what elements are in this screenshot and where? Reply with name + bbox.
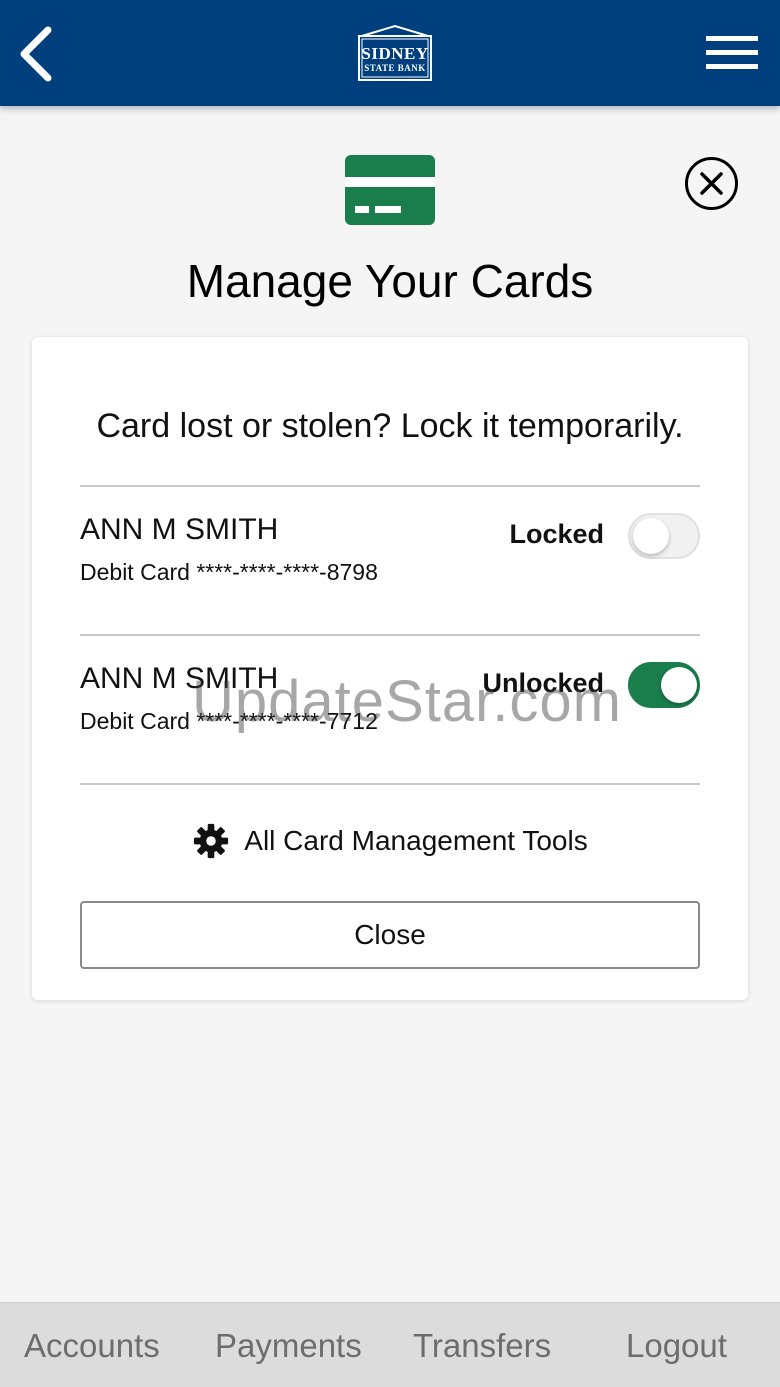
menu-button[interactable] [702, 30, 762, 76]
card-row: ANN M SMITH Debit Card ****-****-****-77… [80, 662, 700, 782]
card-lock-toggle[interactable] [628, 662, 700, 708]
gear-icon [194, 823, 229, 859]
card-lock-status: Unlocked [482, 668, 604, 698]
card-number: Debit Card ****-****-****-8798 [80, 559, 378, 585]
credit-card-icon [345, 155, 435, 225]
close-button[interactable]: Close [80, 901, 700, 969]
nav-logout[interactable]: Logout [626, 1327, 727, 1365]
hamburger-menu-icon [706, 36, 758, 69]
card-lock-toggle[interactable] [628, 513, 700, 559]
chevron-left-icon [20, 26, 52, 82]
card-row: ANN M SMITH Debit Card ****-****-****-87… [80, 513, 700, 633]
toggle-knob [661, 667, 697, 703]
bank-logo: SIDNEY STATE BANK [356, 24, 434, 82]
close-circle-icon [685, 157, 738, 210]
card-number: Debit Card ****-****-****-7712 [80, 708, 378, 734]
toggle-knob [633, 518, 669, 554]
back-button[interactable] [14, 22, 62, 86]
divider [80, 634, 700, 636]
app-header: SIDNEY STATE BANK [0, 0, 780, 106]
manage-cards-screen: SIDNEY STATE BANK Manage Your Cards Card… [0, 0, 780, 1387]
bottom-nav: Accounts Payments Transfers Logout [0, 1302, 780, 1387]
page-title: Manage Your Cards [186, 255, 594, 307]
logo-line2: STATE BANK [364, 63, 426, 73]
logo-line1: SIDNEY [361, 44, 429, 63]
lock-prompt: Card lost or stolen? Lock it temporarily… [96, 407, 684, 445]
divider [80, 485, 700, 487]
dismiss-button[interactable] [684, 156, 739, 211]
nav-payments[interactable]: Payments [215, 1327, 362, 1365]
card-lock-status: Locked [509, 519, 604, 549]
cards-panel: Card lost or stolen? Lock it temporarily… [32, 337, 748, 1000]
nav-accounts[interactable]: Accounts [24, 1327, 160, 1365]
all-card-tools-link[interactable]: All Card Management Tools [32, 821, 748, 861]
all-card-tools-label: All Card Management Tools [244, 825, 588, 856]
nav-transfers[interactable]: Transfers [413, 1327, 551, 1365]
card-holder-name: ANN M SMITH [80, 513, 279, 546]
card-holder-name: ANN M SMITH [80, 662, 279, 695]
divider [80, 783, 700, 785]
